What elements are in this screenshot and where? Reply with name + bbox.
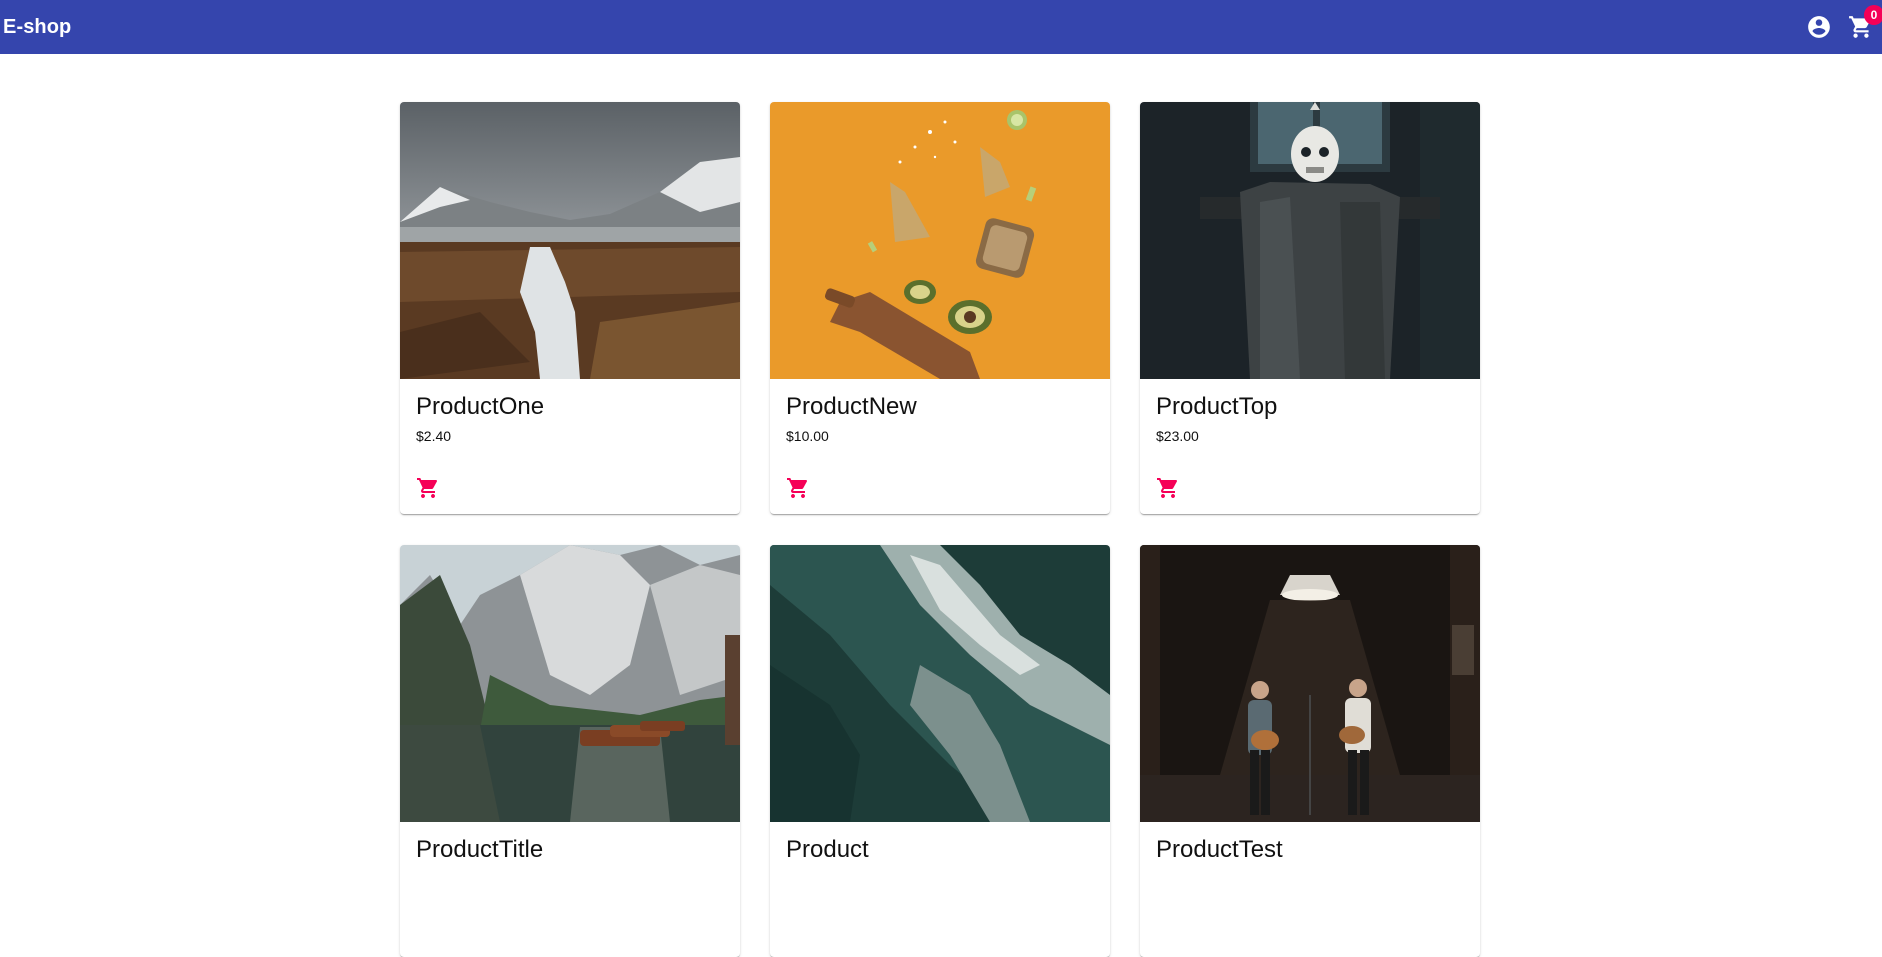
cart-button[interactable]: 0 [1840, 5, 1882, 48]
product-card[interactable]: ProductNew $10.00 [770, 102, 1110, 514]
add-to-cart-button[interactable] [414, 474, 442, 502]
product-card[interactable]: ProductTop $23.00 [1140, 102, 1480, 514]
product-image[interactable] [770, 545, 1110, 822]
appbar-actions: 0 [1798, 0, 1882, 54]
account-circle-icon [1808, 16, 1830, 38]
product-title[interactable]: ProductTitle [416, 836, 724, 865]
app-bar: E-shop 0 [0, 0, 1882, 54]
product-image[interactable] [400, 102, 740, 379]
product-title[interactable]: ProductTest [1156, 836, 1464, 865]
product-card[interactable]: ProductTest [1140, 545, 1480, 957]
add-to-cart-button[interactable] [1154, 474, 1182, 502]
product-title[interactable]: ProductNew [786, 393, 1094, 422]
product-title[interactable]: ProductTop [1156, 393, 1464, 422]
product-title[interactable]: Product [786, 836, 1094, 865]
product-image[interactable] [770, 102, 1110, 379]
cart-count-badge: 0 [1864, 5, 1882, 25]
shopping-cart-icon [787, 478, 808, 498]
account-button[interactable] [1798, 6, 1840, 48]
add-to-cart-button[interactable] [784, 474, 812, 502]
product-card[interactable]: ProductOne $2.40 [400, 102, 740, 514]
brand-title[interactable]: E-shop [3, 16, 71, 39]
product-title[interactable]: ProductOne [416, 393, 724, 422]
product-price: $23.00 [1156, 427, 1199, 444]
product-price: $10.00 [786, 427, 829, 444]
product-image[interactable] [1140, 545, 1480, 822]
product-image[interactable] [400, 545, 740, 822]
product-image[interactable] [1140, 102, 1480, 379]
shopping-cart-icon [1157, 478, 1178, 498]
shopping-cart-icon [417, 478, 438, 498]
product-card[interactable]: ProductTitle [400, 545, 740, 957]
product-card[interactable]: Product [770, 545, 1110, 957]
product-price: $2.40 [416, 427, 452, 444]
